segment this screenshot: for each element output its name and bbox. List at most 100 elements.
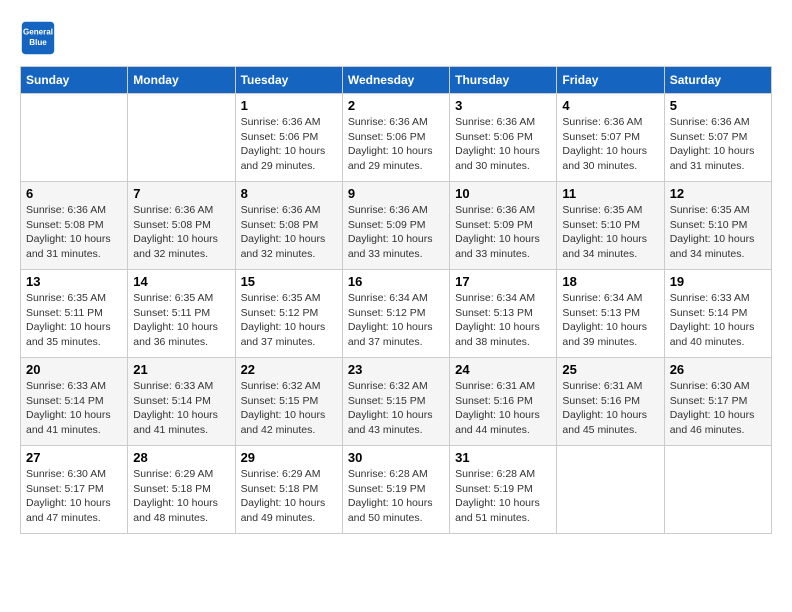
calendar-cell [557,446,664,534]
day-info: Sunrise: 6:34 AM Sunset: 5:13 PM Dayligh… [562,291,658,350]
calendar-cell: 28 Sunrise: 6:29 AM Sunset: 5:18 PM Dayli… [128,446,235,534]
calendar-cell: 12Sunrise: 6:35 AM Sunset: 5:10 PM Dayli… [664,182,771,270]
day-info: Sunrise: 6:28 AM Sunset: 5:19 PM Dayligh… [348,467,444,526]
logo: General Blue [20,20,60,56]
calendar-cell: 27 Sunrise: 6:30 AM Sunset: 5:17 PM Dayli… [21,446,128,534]
calendar-cell: 26 Sunrise: 6:30 AM Sunset: 5:17 PM Dayli… [664,358,771,446]
day-number: 22 [241,362,337,377]
day-number: 19 [670,274,766,289]
day-info: Sunrise: 6:32 AM Sunset: 5:15 PM Dayligh… [348,379,444,438]
day-info: Sunrise: 6:35 AM Sunset: 5:10 PM Dayligh… [562,203,658,262]
day-info: Sunrise: 6:29 AM Sunset: 5:18 PM Dayligh… [133,467,229,526]
calendar-cell: 30 Sunrise: 6:28 AM Sunset: 5:19 PM Dayli… [342,446,449,534]
day-info: Sunrise: 6:36 AM Sunset: 5:09 PM Dayligh… [455,203,551,262]
day-info: Sunrise: 6:36 AM Sunset: 5:07 PM Dayligh… [562,115,658,174]
day-info: Sunrise: 6:31 AM Sunset: 5:16 PM Dayligh… [562,379,658,438]
day-header-wednesday: Wednesday [342,67,449,94]
calendar-cell: 2 Sunrise: 6:36 AM Sunset: 5:06 PM Daylig… [342,94,449,182]
day-number: 13 [26,274,122,289]
day-info: Sunrise: 6:32 AM Sunset: 5:15 PM Dayligh… [241,379,337,438]
week-row-4: 20 Sunrise: 6:33 AM Sunset: 5:14 PM Dayli… [21,358,772,446]
week-row-1: 1Sunrise: 6:36 AM Sunset: 5:06 PM Daylig… [21,94,772,182]
day-header-thursday: Thursday [450,67,557,94]
day-number: 20 [26,362,122,377]
day-number: 27 [26,450,122,465]
week-row-2: 6Sunrise: 6:36 AM Sunset: 5:08 PM Daylig… [21,182,772,270]
week-row-5: 27 Sunrise: 6:30 AM Sunset: 5:17 PM Dayli… [21,446,772,534]
day-info: Sunrise: 6:36 AM Sunset: 5:07 PM Dayligh… [670,115,766,174]
calendar-cell: 31 Sunrise: 6:28 AM Sunset: 5:19 PM Dayli… [450,446,557,534]
day-number: 11 [562,186,658,201]
calendar-cell [21,94,128,182]
day-header-saturday: Saturday [664,67,771,94]
day-info: Sunrise: 6:35 AM Sunset: 5:12 PM Dayligh… [241,291,337,350]
day-info: Sunrise: 6:30 AM Sunset: 5:17 PM Dayligh… [26,467,122,526]
day-number: 16 [348,274,444,289]
calendar-cell: 16 Sunrise: 6:34 AM Sunset: 5:12 PM Dayli… [342,270,449,358]
calendar-cell: 10Sunrise: 6:36 AM Sunset: 5:09 PM Dayli… [450,182,557,270]
day-number: 2 [348,98,444,113]
svg-text:General: General [23,27,53,36]
day-number: 15 [241,274,337,289]
calendar-cell [664,446,771,534]
day-number: 30 [348,450,444,465]
week-row-3: 13 Sunrise: 6:35 AM Sunset: 5:11 PM Dayli… [21,270,772,358]
day-info: Sunrise: 6:28 AM Sunset: 5:19 PM Dayligh… [455,467,551,526]
day-number: 8 [241,186,337,201]
calendar-cell [128,94,235,182]
day-number: 28 [133,450,229,465]
calendar-cell: 11 Sunrise: 6:35 AM Sunset: 5:10 PM Dayli… [557,182,664,270]
day-number: 7 [133,186,229,201]
day-number: 14 [133,274,229,289]
day-info: Sunrise: 6:36 AM Sunset: 5:08 PM Dayligh… [133,203,229,262]
day-info: Sunrise: 6:30 AM Sunset: 5:17 PM Dayligh… [670,379,766,438]
calendar-cell: 25 Sunrise: 6:31 AM Sunset: 5:16 PM Dayli… [557,358,664,446]
calendar-cell: 6Sunrise: 6:36 AM Sunset: 5:08 PM Daylig… [21,182,128,270]
calendar-cell: 24Sunrise: 6:31 AM Sunset: 5:16 PM Dayli… [450,358,557,446]
day-info: Sunrise: 6:36 AM Sunset: 5:08 PM Dayligh… [26,203,122,262]
day-info: Sunrise: 6:29 AM Sunset: 5:18 PM Dayligh… [241,467,337,526]
day-header-tuesday: Tuesday [235,67,342,94]
calendar-cell: 18 Sunrise: 6:34 AM Sunset: 5:13 PM Dayli… [557,270,664,358]
day-number: 23 [348,362,444,377]
calendar-cell: 7 Sunrise: 6:36 AM Sunset: 5:08 PM Daylig… [128,182,235,270]
day-number: 17 [455,274,551,289]
calendar-cell: 3 Sunrise: 6:36 AM Sunset: 5:06 PM Daylig… [450,94,557,182]
day-number: 26 [670,362,766,377]
day-info: Sunrise: 6:36 AM Sunset: 5:06 PM Dayligh… [241,115,337,174]
day-number: 29 [241,450,337,465]
calendar-cell: 22 Sunrise: 6:32 AM Sunset: 5:15 PM Dayli… [235,358,342,446]
calendar-cell: 29 Sunrise: 6:29 AM Sunset: 5:18 PM Dayli… [235,446,342,534]
calendar-cell: 17Sunrise: 6:34 AM Sunset: 5:13 PM Dayli… [450,270,557,358]
calendar-cell: 19 Sunrise: 6:33 AM Sunset: 5:14 PM Dayli… [664,270,771,358]
calendar-cell: 23 Sunrise: 6:32 AM Sunset: 5:15 PM Dayli… [342,358,449,446]
day-number: 9 [348,186,444,201]
calendar-cell: 5 Sunrise: 6:36 AM Sunset: 5:07 PM Daylig… [664,94,771,182]
calendar-cell: 9 Sunrise: 6:36 AM Sunset: 5:09 PM Daylig… [342,182,449,270]
day-header-friday: Friday [557,67,664,94]
day-info: Sunrise: 6:33 AM Sunset: 5:14 PM Dayligh… [133,379,229,438]
day-number: 25 [562,362,658,377]
day-info: Sunrise: 6:35 AM Sunset: 5:11 PM Dayligh… [133,291,229,350]
day-info: Sunrise: 6:33 AM Sunset: 5:14 PM Dayligh… [670,291,766,350]
logo-icon: General Blue [20,20,56,56]
day-info: Sunrise: 6:35 AM Sunset: 5:11 PM Dayligh… [26,291,122,350]
header-row: SundayMondayTuesdayWednesdayThursdayFrid… [21,67,772,94]
day-number: 31 [455,450,551,465]
day-info: Sunrise: 6:36 AM Sunset: 5:06 PM Dayligh… [455,115,551,174]
day-number: 5 [670,98,766,113]
day-info: Sunrise: 6:36 AM Sunset: 5:09 PM Dayligh… [348,203,444,262]
svg-text:Blue: Blue [29,38,47,47]
day-header-sunday: Sunday [21,67,128,94]
day-number: 21 [133,362,229,377]
day-info: Sunrise: 6:33 AM Sunset: 5:14 PM Dayligh… [26,379,122,438]
calendar-cell: 13 Sunrise: 6:35 AM Sunset: 5:11 PM Dayli… [21,270,128,358]
day-number: 24 [455,362,551,377]
day-info: Sunrise: 6:36 AM Sunset: 5:08 PM Dayligh… [241,203,337,262]
day-header-monday: Monday [128,67,235,94]
day-info: Sunrise: 6:34 AM Sunset: 5:12 PM Dayligh… [348,291,444,350]
calendar-cell: 20 Sunrise: 6:33 AM Sunset: 5:14 PM Dayli… [21,358,128,446]
day-number: 18 [562,274,658,289]
day-number: 3 [455,98,551,113]
day-info: Sunrise: 6:36 AM Sunset: 5:06 PM Dayligh… [348,115,444,174]
